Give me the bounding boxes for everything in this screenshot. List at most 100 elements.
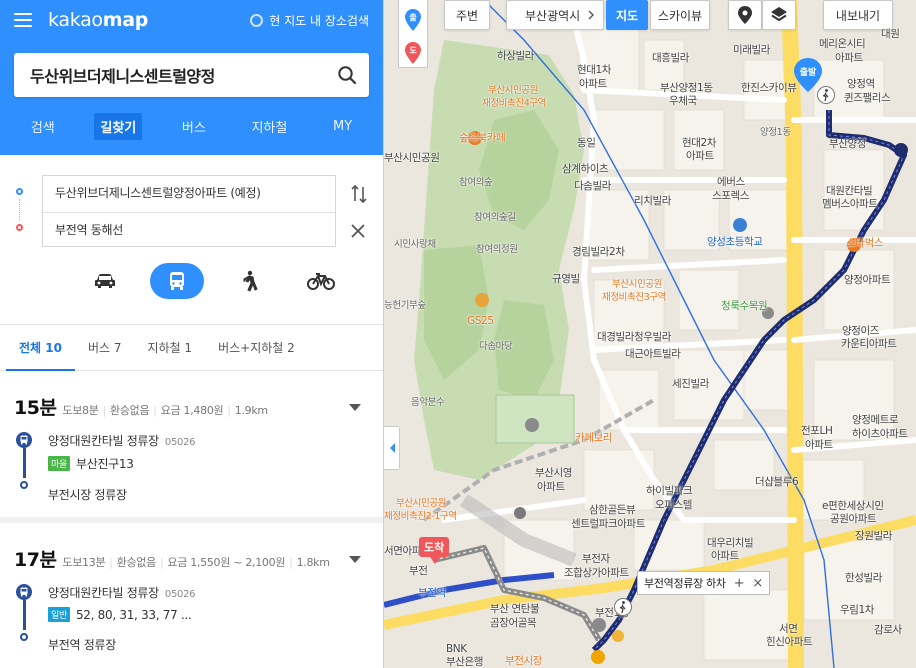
tooltip-close-button[interactable]: × — [752, 576, 763, 591]
map-label: 다솜빌라 — [574, 180, 612, 192]
map-label: 아파트 — [686, 150, 714, 162]
route-leg-line — [23, 600, 26, 630]
map-label: 다솜마당 — [479, 341, 513, 352]
boarding-stop[interactable]: 양정대원칸타빌 정류장 05026 — [48, 584, 367, 601]
map-view-button[interactable]: 지도 — [606, 0, 648, 30]
search-in-map-toggle[interactable]: 현 지도 내 장소검색 — [250, 12, 369, 29]
bike-mode-button[interactable] — [294, 263, 348, 299]
route-leg: 양정대원칸타빌 정류장 05026 일반 52, 80, 31, 33, 77 ..… — [14, 584, 367, 653]
origin-field[interactable]: 두산위브더제니스센트럴양정아파트 (예정) — [43, 176, 335, 212]
alighting-stop[interactable]: 부전역 정류장 — [48, 636, 367, 653]
layers-button[interactable] — [762, 0, 796, 30]
route-pin-controls: 출 도 — [398, 0, 428, 68]
map-label: 아파트 — [805, 439, 833, 451]
kakaomap-logo[interactable]: kakaomap — [48, 9, 148, 31]
map-label: 재정비촉진3구역 — [602, 292, 667, 303]
map-canvas[interactable]: 출 도 주변 부산광역시 지도 스카이뷰 내보내기 하상빌라 현대1차 아파트 … — [384, 0, 916, 668]
map-label: 하이츠아파트 — [852, 428, 908, 440]
end-marker-label: 도착 — [419, 537, 450, 557]
expand-caret-icon[interactable] — [349, 556, 361, 563]
region-label: 부산광역시 — [525, 8, 581, 23]
map-label: 양정메트로 — [852, 414, 899, 426]
map-label: 삼계하이츠 — [562, 163, 609, 175]
map-label: 아파트 — [579, 78, 607, 90]
map-label: 참여의숲길 — [474, 212, 516, 223]
route-end-dot — [20, 633, 28, 641]
export-button[interactable]: 내보내기 — [823, 0, 893, 30]
skyview-button[interactable]: 스카이뷰 — [650, 0, 710, 30]
expand-caret-icon[interactable] — [349, 404, 361, 411]
svg-text:도: 도 — [409, 46, 417, 55]
layers-icon — [771, 7, 787, 22]
map-label: 부산시영 — [535, 467, 573, 479]
filter-bus[interactable]: 버스 7 — [75, 325, 135, 371]
end-pin-button[interactable]: 도 — [405, 40, 421, 65]
map-label: 미래빌라 — [733, 44, 771, 56]
walk-mode-button[interactable] — [222, 263, 276, 299]
map-label: 스포렉스 — [712, 190, 750, 202]
map-label: 전포LH — [801, 425, 833, 437]
route-result[interactable]: 15분 도보8분 | 환승없음 | 요금 1,480원 | 1.9km 양정대원칸타빌 정류… — [0, 371, 383, 523]
bus-line: 마을 부산진구13 — [48, 455, 367, 472]
map-label: 우체국 — [669, 95, 697, 107]
map-label: 공원아파트 — [830, 513, 877, 525]
swap-icon[interactable] — [351, 184, 367, 204]
route-time: 15분 — [14, 397, 57, 419]
map-label: 퀸즈팰리스 — [844, 92, 891, 104]
route-panel: 두산위브더제니스센트럴양정아파트 (예정) 부전역 동해선 — [0, 155, 383, 325]
search-input[interactable]: 두산위브더제니스센트럴양정 — [14, 53, 369, 97]
bus-mode-button[interactable] — [150, 263, 204, 299]
route-end-dot — [20, 481, 28, 489]
map-label: 숲속북카페 — [459, 132, 506, 144]
map-label: 하이빌파크 — [646, 485, 693, 497]
clear-destination-icon[interactable] — [350, 223, 366, 239]
collapse-sidebar-button[interactable] — [384, 426, 400, 470]
bus-type-badge: 일반 — [48, 607, 70, 622]
route-meta: 도보13분 | 환승없음 | 요금 1,550원 ~ 2,100원 | 1.8km — [62, 556, 330, 569]
region-selector[interactable]: 부산광역시 — [506, 0, 604, 30]
filter-all[interactable]: 전체 10 — [6, 325, 75, 371]
map-label: 참여의숲 — [459, 177, 493, 188]
alight-tooltip: 부전역정류장 하차 + × — [637, 571, 770, 595]
hamburger-menu-icon[interactable] — [14, 13, 32, 27]
boarding-stop[interactable]: 양정대원칸타빌 정류장 05026 — [48, 432, 367, 449]
tab-directions[interactable]: 길찾기 — [94, 113, 143, 140]
bus-stop-icon — [16, 432, 32, 448]
search-icon[interactable] — [337, 65, 357, 85]
chevron-left-icon — [389, 443, 395, 453]
tooltip-add-button[interactable]: + — [734, 576, 745, 591]
end-marker[interactable]: 도착 — [419, 537, 450, 564]
car-mode-button[interactable] — [78, 263, 132, 299]
map-label: 멤버스아파트 — [822, 198, 878, 210]
map-label: 세진빌라 — [672, 378, 710, 390]
map-label: 부전시장 — [505, 655, 543, 667]
tab-subway[interactable]: 지하철 — [245, 113, 293, 140]
tab-my[interactable]: MY — [327, 115, 358, 138]
map-label: 양정아파트 — [844, 274, 891, 286]
route-leg-line — [23, 448, 26, 478]
map-label: 참여의정원 — [476, 244, 518, 255]
map-label: 카페보리 — [575, 432, 613, 444]
route-result[interactable]: 17분 도보13분 | 환승없음 | 요금 1,550원 ~ 2,100원 | 1.8km … — [0, 523, 383, 668]
traffic-toggle[interactable] — [728, 0, 762, 30]
alighting-stop[interactable]: 부전시장 정류장 — [48, 486, 367, 503]
map-label: 대근아트빌라 — [625, 348, 681, 360]
map-label: 재정비촉진4구역 — [482, 98, 547, 109]
map-label: 동일 — [577, 137, 596, 149]
map-label: 아파트 — [711, 550, 739, 562]
nearby-button[interactable]: 주변 — [444, 0, 490, 30]
destination-field[interactable]: 부전역 동해선 — [43, 212, 335, 248]
tab-search[interactable]: 검색 — [25, 113, 61, 140]
tab-bus[interactable]: 버스 — [176, 113, 212, 140]
filter-bus-subway[interactable]: 버스+지하철 2 — [205, 325, 308, 371]
map-label: 대원 — [881, 28, 900, 40]
start-pin-button[interactable]: 출 — [405, 7, 421, 31]
end-marker-tail — [430, 557, 440, 564]
map-label: 한진스카이뷰 — [741, 82, 797, 94]
map-label: 대원칸타빌 — [826, 185, 873, 197]
filter-subway[interactable]: 지하철 1 — [135, 325, 206, 371]
route-meta: 도보8분 | 환승없음 | 요금 1,480원 | 1.9km — [62, 404, 268, 417]
result-filter-tabs: 전체 10 버스 7 지하철 1 버스+지하철 2 — [0, 325, 383, 371]
map-label: 곰장어골목 — [490, 617, 537, 629]
walk-icon — [243, 270, 258, 292]
